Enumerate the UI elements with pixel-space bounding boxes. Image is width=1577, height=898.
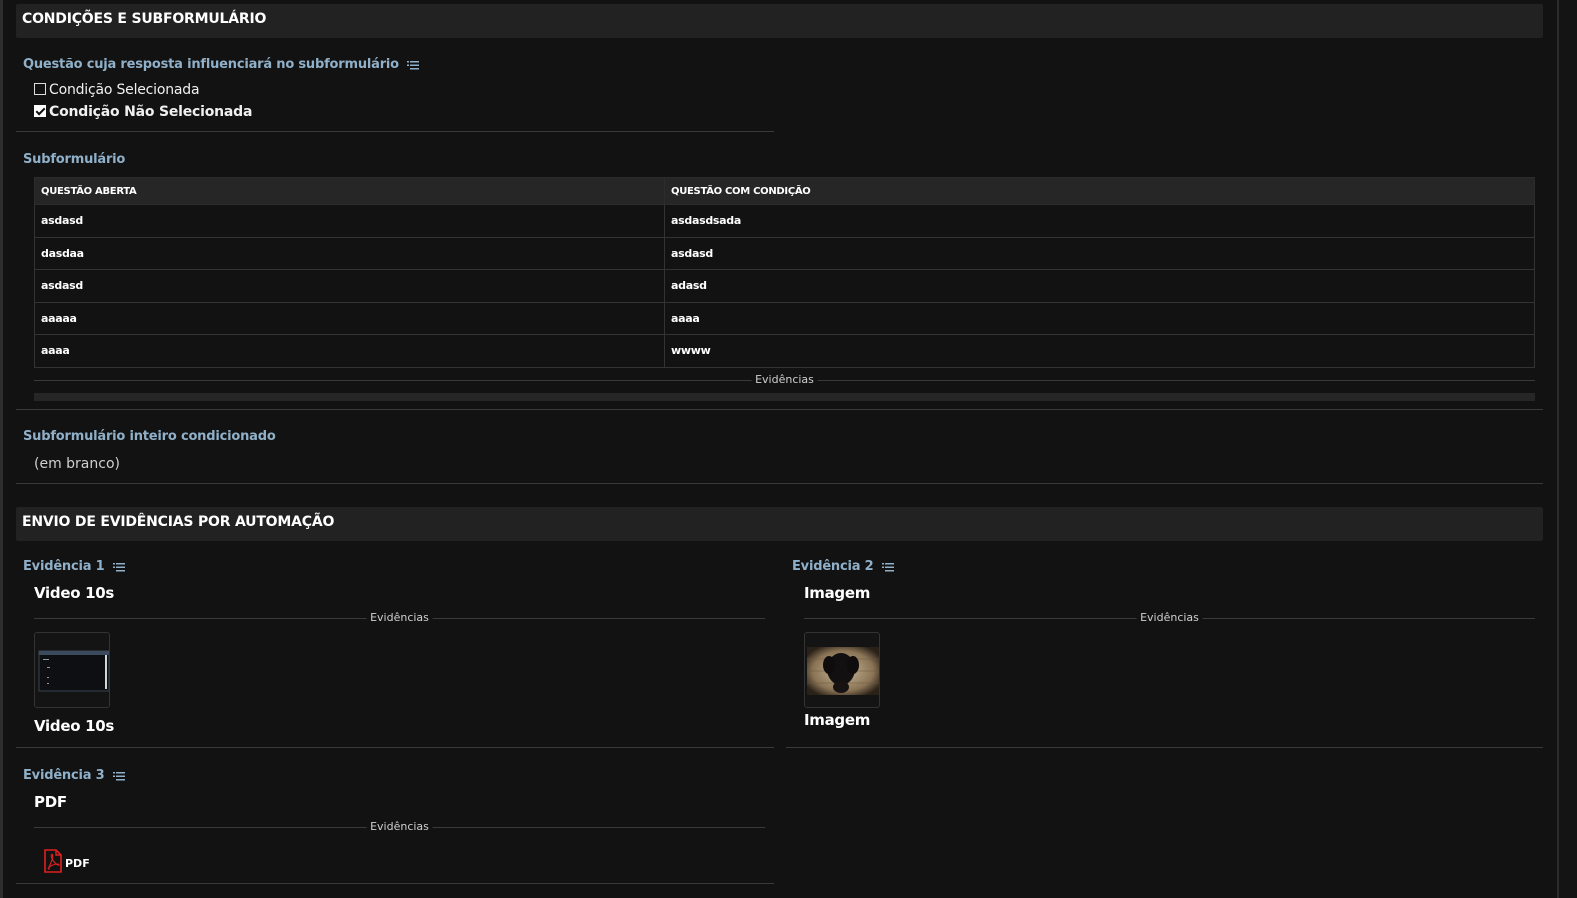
table-cell: asdasd xyxy=(34,204,665,238)
section-header-evidence-automation: ENVIO DE EVIDÊNCIAS POR AUTOMAÇÃO xyxy=(16,507,1543,541)
dog-photo-icon xyxy=(807,647,879,695)
divider-label: Evidências xyxy=(1136,611,1203,624)
table-header-row: QUESTÃO ABERTA QUESTÃO COM CONDIÇÃO xyxy=(34,177,1535,205)
divider-label: Evidências xyxy=(366,611,433,624)
divider-line xyxy=(786,747,1543,748)
table-cell: wwww xyxy=(664,334,1535,368)
subform-label: Subformulário xyxy=(23,152,126,167)
evidence-divider: Evidências xyxy=(34,820,765,834)
table-cell: aaaaa xyxy=(34,301,665,335)
evidence-3-caption[interactable]: PDF xyxy=(65,857,90,870)
evidence-2-value: Imagem xyxy=(804,584,871,602)
question-label-text: Questão cuja resposta influenciará no su… xyxy=(23,57,399,72)
table-cell: asdasdsada xyxy=(664,204,1535,238)
table-row: aaaaa aaaa xyxy=(34,301,1535,335)
evidence-1-value: Video 10s xyxy=(34,584,115,602)
list-icon[interactable] xyxy=(407,60,420,70)
evidence-bar xyxy=(34,393,1535,401)
evidence-2-caption: Imagem xyxy=(804,711,871,729)
evidence-2-thumbnail[interactable] xyxy=(804,632,880,708)
evidence-label-text: Evidência 1 xyxy=(23,559,105,574)
divider-line xyxy=(16,409,1543,410)
column-header-open-question: QUESTÃO ABERTA xyxy=(34,177,665,205)
checkbox-icon[interactable] xyxy=(34,83,46,95)
video-screenshot-icon xyxy=(38,650,110,692)
evidence-1-thumbnail[interactable] xyxy=(34,632,110,708)
table-cell: dasdaa xyxy=(34,236,665,270)
list-icon[interactable] xyxy=(881,562,894,572)
list-icon[interactable] xyxy=(112,562,125,572)
pdf-icon[interactable] xyxy=(44,849,62,873)
table-cell: aaaa xyxy=(664,301,1535,335)
evidence-label-text: Evidência 3 xyxy=(23,768,105,783)
option-condition-selected[interactable]: Condição Selecionada xyxy=(34,82,200,98)
evidence-3-value: PDF xyxy=(34,793,67,811)
divider-line xyxy=(16,483,1543,484)
evidence-1-caption: Video 10s xyxy=(34,717,115,735)
table-cell: aaaa xyxy=(34,334,665,368)
question-label: Questão cuja resposta influenciará no su… xyxy=(23,57,420,72)
divider-line xyxy=(16,131,774,132)
evidence-1-label: Evidência 1 xyxy=(23,559,125,574)
divider-label: Evidências xyxy=(751,373,818,386)
evidence-label-text: Evidência 2 xyxy=(792,559,874,574)
table-row: dasdaa asdasd xyxy=(34,236,1535,270)
option-label: Condição Selecionada xyxy=(49,82,200,98)
table-cell: adasd xyxy=(664,269,1535,303)
table-row: asdasd adasd xyxy=(34,269,1535,303)
evidence-2-label: Evidência 2 xyxy=(792,559,894,574)
section-header-conditions: CONDIÇÕES E SUBFORMULÁRIO xyxy=(16,4,1543,38)
evidence-divider: Evidências xyxy=(34,611,765,625)
column-header-conditional-question: QUESTÃO COM CONDIÇÃO xyxy=(664,177,1535,205)
option-label: Condição Não Selecionada xyxy=(49,104,253,120)
evidence-divider: Evidências xyxy=(804,611,1535,625)
window-left-border xyxy=(0,0,3,898)
table-row: aaaa wwww xyxy=(34,334,1535,368)
evidence-3-label: Evidência 3 xyxy=(23,768,125,783)
divider-line xyxy=(16,747,774,748)
scrollbar-track[interactable] xyxy=(1557,0,1577,898)
option-condition-not-selected[interactable]: Condição Não Selecionada xyxy=(34,104,252,120)
divider-label: Evidências xyxy=(366,820,433,833)
table-row: asdasd asdasdsada xyxy=(34,204,1535,238)
whole-subform-value: (em branco) xyxy=(34,456,120,472)
list-icon[interactable] xyxy=(112,771,125,781)
checkbox-checked-icon[interactable] xyxy=(34,105,46,117)
subform-table: QUESTÃO ABERTA QUESTÃO COM CONDIÇÃO asda… xyxy=(34,177,1535,368)
divider-line xyxy=(16,883,774,884)
table-cell: asdasd xyxy=(34,269,665,303)
table-cell: asdasd xyxy=(664,236,1535,270)
whole-subform-label: Subformulário inteiro condicionado xyxy=(23,429,276,444)
evidence-divider: Evidências xyxy=(34,373,1535,387)
